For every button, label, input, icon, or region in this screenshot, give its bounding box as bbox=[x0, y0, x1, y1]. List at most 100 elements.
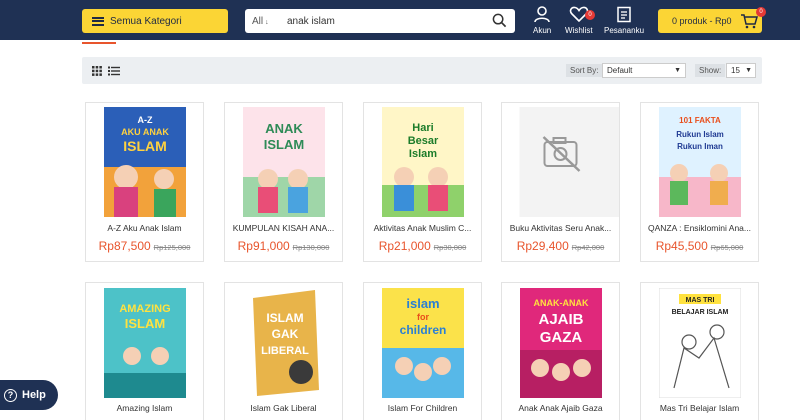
product-old-price: Rp65,000 bbox=[710, 243, 744, 252]
cover-text: AMAZING bbox=[119, 303, 170, 315]
caret-down-icon: ▼ bbox=[745, 67, 752, 74]
help-button[interactable]: ? Help bbox=[0, 380, 58, 410]
product-old-price: Rp130,000 bbox=[292, 243, 330, 252]
product-card[interactable]: Buku Aktivitas Seru Anak... Rp29,400 Rp42… bbox=[501, 102, 620, 262]
book-cover-image: MAS TRI BELAJAR ISLAM bbox=[659, 288, 741, 398]
product-old-price: Rp125,000 bbox=[153, 243, 191, 252]
product-card[interactable]: AMAZING ISLAM Amazing Islam bbox=[85, 282, 204, 420]
cart-count-badge: 0 bbox=[756, 7, 766, 17]
cover-text: LIBERAL bbox=[261, 345, 309, 357]
orders-link[interactable]: Pesananku bbox=[604, 6, 644, 35]
cover-text: ANAK-ANAK bbox=[534, 298, 589, 308]
sort-label: Sort By: bbox=[566, 64, 603, 77]
orders-icon bbox=[617, 6, 631, 23]
product-title[interactable]: QANZA : Ensiklomini Ana... bbox=[645, 223, 754, 233]
product-old-price: Rp42,000 bbox=[571, 243, 605, 252]
product-title[interactable]: Mas Tri Belajar Islam bbox=[645, 403, 754, 413]
cover-text: for bbox=[417, 312, 429, 322]
product-title[interactable]: Anak Anak Ajaib Gaza bbox=[506, 403, 615, 413]
cover-text: ISLAM bbox=[264, 137, 304, 152]
price-block: Rp29,400 Rp42,000 bbox=[502, 237, 619, 255]
cover-text: A-Z bbox=[138, 115, 153, 125]
help-label: Help bbox=[22, 389, 46, 401]
cover-text: ANAK bbox=[265, 121, 303, 136]
book-cover-image: AMAZING ISLAM bbox=[104, 288, 186, 398]
search-scope-select[interactable]: All ↓ bbox=[245, 16, 279, 27]
cart-button[interactable]: 0 produk - Rp0 0 bbox=[658, 7, 766, 33]
product-price: Rp21,000 bbox=[378, 239, 431, 253]
cover-text: children bbox=[400, 323, 447, 337]
search-scope-label: All bbox=[252, 15, 264, 27]
product-card[interactable]: ISLAM GAK LIBERAL Islam Gak Liberal bbox=[224, 282, 343, 420]
product-title[interactable]: Aktivitas Anak Muslim C... bbox=[368, 223, 477, 233]
list-view-icon[interactable] bbox=[108, 66, 120, 76]
cover-text: MAS TRI bbox=[686, 297, 715, 304]
product-card[interactable]: MAS TRI BELAJAR ISLAM Mas Tri Belajar Is… bbox=[640, 282, 759, 420]
all-categories-label: Semua Kategori bbox=[110, 15, 182, 27]
product-price: Rp87,500 bbox=[98, 239, 151, 253]
search-bar: All ↓ bbox=[245, 9, 515, 33]
wishlist-count-badge: 0 bbox=[585, 10, 595, 20]
account-label: Akun bbox=[533, 26, 552, 35]
cover-text: BELAJAR ISLAM bbox=[672, 309, 729, 316]
caret-down-icon: ▼ bbox=[674, 67, 681, 74]
book-cover-image: islam for children bbox=[382, 288, 464, 398]
product-old-price: Rp30,000 bbox=[433, 243, 467, 252]
price-block: Rp45,500 Rp65,000 bbox=[641, 237, 758, 255]
cover-text: Hari bbox=[412, 122, 433, 134]
product-title[interactable]: Buku Aktivitas Seru Anak... bbox=[506, 223, 615, 233]
show-count-select[interactable]: 15 ▼ bbox=[726, 63, 756, 78]
price-block: Rp91,000 Rp130,000 bbox=[225, 237, 342, 255]
cover-text: ISLAM bbox=[125, 316, 165, 331]
product-price: Rp91,000 bbox=[237, 239, 290, 253]
cart-icon bbox=[740, 14, 758, 29]
product-price: Rp45,500 bbox=[655, 239, 708, 253]
user-icon bbox=[534, 6, 550, 23]
product-card[interactable]: 101 FAKTA Rukun Islam Rukun Iman QANZA :… bbox=[640, 102, 759, 262]
cover-text: AJAIB bbox=[538, 311, 583, 328]
grid-view-icon[interactable] bbox=[92, 66, 102, 76]
cover-text: ISLAM bbox=[266, 311, 303, 325]
cover-text: GAK bbox=[272, 327, 299, 341]
search-input[interactable] bbox=[279, 10, 479, 32]
product-title[interactable]: Islam For Children bbox=[368, 403, 477, 413]
cover-text: ISLAM bbox=[123, 138, 167, 154]
product-card[interactable]: ANAK ISLAM KUMPULAN KISAH ANA... Rp91,00… bbox=[224, 102, 343, 262]
cart-summary: 0 produk - Rp0 bbox=[672, 16, 732, 26]
product-price: Rp29,400 bbox=[516, 239, 569, 253]
cover-text: Rukun Islam bbox=[676, 130, 724, 139]
wishlist-label: Wishlist bbox=[565, 26, 593, 35]
product-card[interactable]: ANAK-ANAK AJAIB GAZA Anak Anak Ajaib Gaz… bbox=[501, 282, 620, 420]
book-cover-image: A-Z AKU ANAK ISLAM bbox=[104, 107, 186, 217]
cover-text: Islam bbox=[409, 148, 437, 160]
product-title[interactable]: KUMPULAN KISAH ANA... bbox=[229, 223, 338, 233]
top-navbar: Semua Kategori All↓ Akun 0 Wishlist Pesa… bbox=[0, 0, 800, 40]
book-cover-image: ISLAM GAK LIBERAL bbox=[243, 288, 325, 398]
product-title[interactable]: Amazing Islam bbox=[90, 403, 199, 413]
product-title[interactable]: Islam Gak Liberal bbox=[229, 403, 338, 413]
cover-text: GAZA bbox=[540, 329, 583, 346]
search-icon[interactable] bbox=[492, 13, 507, 28]
product-card[interactable]: A-Z AKU ANAK ISLAM A-Z Aku Anak Islam Rp… bbox=[85, 102, 204, 262]
book-cover-image: ANAK-ANAK AJAIB GAZA bbox=[520, 288, 602, 398]
all-categories-button[interactable]: Semua Kategori bbox=[82, 9, 228, 33]
wishlist-link[interactable]: 0 Wishlist bbox=[565, 6, 595, 35]
sort-select[interactable]: Default ▼ bbox=[602, 63, 686, 78]
cover-text: islam bbox=[406, 296, 439, 311]
product-title[interactable]: A-Z Aku Anak Islam bbox=[90, 223, 199, 233]
cover-text: AKU ANAK bbox=[121, 127, 169, 137]
no-image-placeholder bbox=[519, 107, 619, 217]
book-cover-image: 101 FAKTA Rukun Islam Rukun Iman bbox=[659, 107, 741, 217]
active-tab-indicator bbox=[82, 42, 116, 44]
question-icon: ? bbox=[4, 388, 17, 402]
product-card[interactable]: islam for children Islam For Children bbox=[363, 282, 482, 420]
book-cover-image: ANAK ISLAM bbox=[243, 107, 325, 217]
price-block: Rp87,500 Rp125,000 bbox=[86, 237, 203, 255]
product-card[interactable]: Hari Besar Islam Aktivitas Anak Muslim C… bbox=[363, 102, 482, 262]
orders-label: Pesananku bbox=[604, 26, 645, 35]
book-cover-image: Hari Besar Islam bbox=[382, 107, 464, 217]
cover-text: 101 FAKTA bbox=[679, 116, 721, 125]
chevron-down-icon: ↓ bbox=[265, 18, 269, 26]
account-link[interactable]: Akun bbox=[533, 6, 551, 35]
menu-icon bbox=[92, 16, 104, 26]
